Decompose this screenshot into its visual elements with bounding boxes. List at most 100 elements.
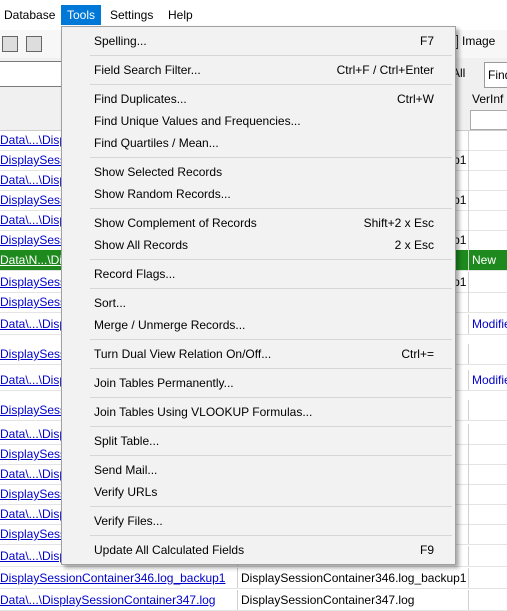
menu-item[interactable]: Spelling... F7 <box>62 30 455 52</box>
table-cell <box>468 464 507 484</box>
menu-item-label: Find Quartiles / Mean... <box>94 136 219 150</box>
menu-separator <box>90 208 452 209</box>
menu-item-label: Spelling... <box>94 34 147 48</box>
copy-icon[interactable] <box>2 36 18 52</box>
menu-item[interactable]: Field Search Filter... Ctrl+F / Ctrl+Ente… <box>62 59 455 81</box>
menu-separator <box>90 506 452 507</box>
menu-item-shortcut: Ctrl+= <box>401 347 434 361</box>
table-cell <box>468 568 507 588</box>
menu-item[interactable]: Show Random Records... <box>62 183 455 205</box>
menu-item-label: Show Random Records... <box>94 187 231 201</box>
table-row[interactable]: DisplaySessionContainer346.log_backup1 Di… <box>0 568 507 589</box>
menu-separator <box>90 455 452 456</box>
column-header-verinf[interactable]: VerInf <box>472 92 503 106</box>
menu-item-label: Field Search Filter... <box>94 63 201 77</box>
menu-item[interactable]: Verify Files... <box>62 510 455 532</box>
menu-item-label: Join Tables Permanently... <box>94 376 234 390</box>
menu-item[interactable]: Merge / Unmerge Records... <box>62 314 455 336</box>
menu-separator <box>90 288 452 289</box>
table-cell: Modified <box>468 314 507 334</box>
menu-item-shortcut: Ctrl+W <box>397 92 434 106</box>
menu-item-label: Record Flags... <box>94 267 176 281</box>
table-cell: DisplaySessionContainer347.log <box>237 590 469 610</box>
table-cell <box>468 504 507 524</box>
menu-item-label: Verify URLs <box>94 485 158 499</box>
table-cell <box>468 400 507 420</box>
menu-item-shortcut: F9 <box>419 543 434 557</box>
menu-database[interactable]: Database <box>0 5 61 25</box>
image-button-label: Image <box>462 34 496 48</box>
menu-item[interactable]: Verify URLs <box>62 481 455 503</box>
table-cell <box>468 524 507 544</box>
table-cell <box>468 170 507 190</box>
table-cell <box>468 272 507 292</box>
menu-item-label: Verify Files... <box>94 514 163 528</box>
menu-item[interactable]: Sort... <box>62 292 455 314</box>
menu-separator <box>90 397 452 398</box>
menu-item-label: Find Unique Values and Frequencies... <box>94 114 301 128</box>
table-cell[interactable]: DisplaySessionContainer346.log_backup1 <box>0 568 234 588</box>
menu-separator <box>90 426 452 427</box>
menu-item-label: Sort... <box>94 296 127 310</box>
menu-item-label: Show Complement of Records <box>94 216 257 230</box>
search-input[interactable] <box>0 61 70 87</box>
table-cell <box>468 150 507 170</box>
column-filter-input[interactable] <box>470 110 507 130</box>
menu-item-label: Merge / Unmerge Records... <box>94 318 246 332</box>
table-cell <box>468 130 507 150</box>
paste-icon[interactable] <box>26 36 42 52</box>
menu-item[interactable]: Find Duplicates... Ctrl+W <box>62 88 455 110</box>
table-cell: New <box>468 250 507 270</box>
menu-separator <box>90 84 452 85</box>
menu-item-label: Join Tables Using VLOOKUP Formulas... <box>94 405 313 419</box>
menu-item-shortcut: F7 <box>419 34 434 48</box>
table-cell <box>468 190 507 210</box>
menu-item[interactable]: Join Tables Using VLOOKUP Formulas... <box>62 401 455 423</box>
menu-separator <box>90 55 452 56</box>
menu-separator <box>90 339 452 340</box>
table-cell <box>468 344 507 364</box>
menu-item[interactable]: Split Table... <box>62 430 455 452</box>
menu-item-label: Show Selected Records <box>94 165 223 179</box>
menu-item-shortcut: Ctrl+F / Ctrl+Enter <box>336 63 434 77</box>
menu-tools[interactable]: Tools <box>61 5 102 25</box>
menu-item[interactable]: Join Tables Permanently... <box>62 372 455 394</box>
menu-item[interactable]: Turn Dual View Relation On/Off... Ctrl+= <box>62 343 455 365</box>
menu-item-shortcut: 2 x Esc <box>394 238 434 252</box>
menu-item-label: Split Table... <box>94 434 160 448</box>
menu-separator <box>90 368 452 369</box>
menu-item-label: Show All Records <box>94 238 189 252</box>
menu-item[interactable]: Find Unique Values and Frequencies... <box>62 110 455 132</box>
menu-item[interactable]: Show All Records 2 x Esc <box>62 234 455 256</box>
menu-separator <box>90 259 452 260</box>
menu-item-shortcut: Shift+2 x Esc <box>363 216 434 230</box>
table-cell <box>468 424 507 444</box>
menu-separator <box>90 157 452 158</box>
find-button[interactable]: Find <box>484 62 507 88</box>
menu-item-label: Turn Dual View Relation On/Off... <box>94 347 272 361</box>
menu-item[interactable]: Send Mail... <box>62 459 455 481</box>
table-cell: DisplaySessionContainer346.log_backup1 <box>237 568 469 588</box>
menu-item[interactable]: Update All Calculated Fields F9 <box>62 539 455 561</box>
menu-item[interactable]: Find Quartiles / Mean... <box>62 132 455 154</box>
menu-item[interactable]: Show Selected Records <box>62 161 455 183</box>
table-cell[interactable]: Data\...\DisplaySessionContainer347.log <box>0 590 234 610</box>
menu-item[interactable]: Record Flags... <box>62 263 455 285</box>
menu-help[interactable]: Help <box>162 5 199 25</box>
table-row[interactable]: Data\...\DisplaySessionContainer347.log D… <box>0 590 507 611</box>
table-cell <box>468 230 507 250</box>
menu-item-label: Find Duplicates... <box>94 92 187 106</box>
menu-item-label: Update All Calculated Fields <box>94 543 245 557</box>
table-cell <box>468 546 507 566</box>
table-cell <box>468 590 507 610</box>
menu-settings[interactable]: Settings <box>104 5 159 25</box>
table-cell <box>468 444 507 464</box>
menu-separator <box>90 535 452 536</box>
table-cell <box>468 210 507 230</box>
menu-item-label: Send Mail... <box>94 463 158 477</box>
table-cell: Modified <box>468 370 507 390</box>
table-cell <box>468 292 507 312</box>
menu-item[interactable]: Show Complement of Records Shift+2 x Esc <box>62 212 455 234</box>
tools-dropdown-menu: Spelling... F7 Field Search Filter... Ctrl+… <box>61 26 456 565</box>
table-cell <box>468 484 507 504</box>
